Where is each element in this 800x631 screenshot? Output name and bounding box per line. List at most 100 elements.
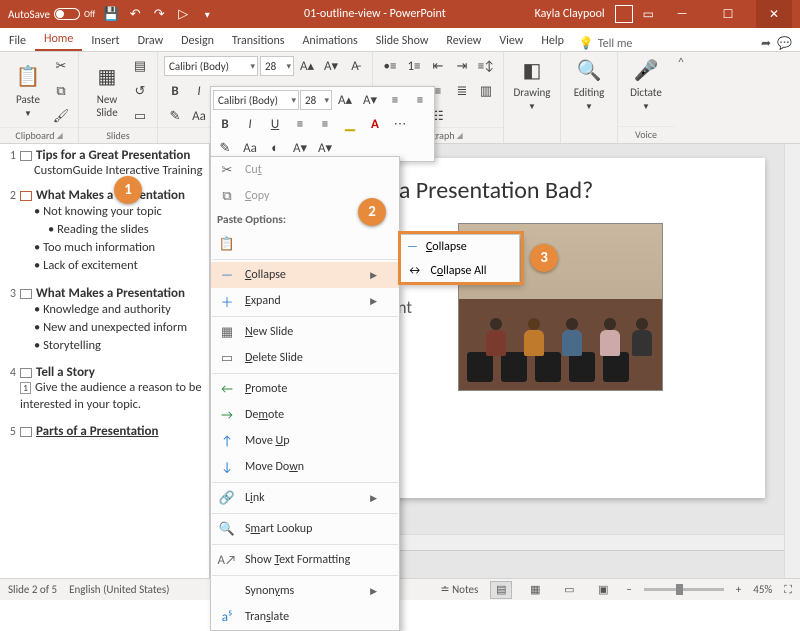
language-indicator[interactable]: English (United States) [69, 583, 169, 596]
qat-more-icon[interactable]: ▾ [199, 6, 215, 22]
change-case-icon[interactable]: Aa [188, 105, 210, 127]
menu-show-text-formatting[interactable]: A↗Show Text Formatting [211, 547, 399, 573]
highlight-icon[interactable]: ▁ [338, 113, 362, 135]
bold-icon[interactable]: B [164, 80, 186, 102]
indent-decrease-icon[interactable]: ⇤ [427, 55, 449, 77]
cut-icon[interactable]: ✂ [50, 55, 72, 77]
grow-font-icon[interactable]: A▴ [296, 55, 318, 77]
font-color-icon[interactable]: A [363, 113, 387, 135]
dialog-launcher-icon[interactable]: ◢ [56, 131, 62, 141]
tab-draw[interactable]: Draw [129, 31, 173, 51]
shrink-font-icon[interactable]: A▾ [320, 55, 342, 77]
tab-transitions[interactable]: Transitions [223, 31, 294, 51]
redo-icon[interactable]: ↷ [151, 6, 167, 22]
menu-translate[interactable]: a⁵Translate [211, 604, 399, 630]
line-spacing-icon[interactable]: ≡↕ [475, 55, 497, 77]
save-icon[interactable]: 💾 [103, 6, 119, 22]
more-icon[interactable]: ⋯ [388, 113, 412, 135]
tab-review[interactable]: Review [437, 31, 490, 51]
menu-link[interactable]: 🔗Link▶ [211, 485, 399, 511]
outline-bullet[interactable]: Reading the slides [48, 221, 203, 239]
zoom-in-icon[interactable]: + [736, 583, 741, 596]
bold-icon[interactable]: B [213, 113, 237, 135]
fit-to-window-icon[interactable]: ⛶ [784, 583, 792, 597]
slide-title[interactable]: Tips for a Great Presentation [36, 148, 203, 163]
tab-home[interactable]: Home [35, 29, 82, 51]
drawing-button[interactable]: ◧ Drawing ▼ [510, 55, 554, 114]
tab-help[interactable]: Help [532, 31, 573, 51]
tell-me-search[interactable]: 💡 Tell me [573, 36, 638, 51]
minimize-button[interactable]: — [664, 0, 700, 28]
align-icon[interactable]: ≡ [313, 113, 337, 135]
vertical-scrollbar[interactable] [784, 144, 800, 578]
autosave-toggle[interactable]: AutoSave Off [8, 8, 95, 21]
indent-increase-icon[interactable]: ⇥ [451, 55, 473, 77]
menu-promote[interactable]: ←Promote [211, 376, 399, 402]
outline-body[interactable]: 1Give the audience a reason to be intere… [20, 380, 203, 414]
slideshow-view-icon[interactable]: ▣ [592, 581, 614, 599]
font-size-combo[interactable]: 28 [260, 56, 294, 76]
grow-font-icon[interactable]: A▴ [333, 89, 357, 111]
menu-demote[interactable]: →Demote [211, 402, 399, 428]
slide-marker-icon[interactable] [20, 289, 32, 299]
normal-view-icon[interactable]: ▤ [490, 581, 512, 599]
dictate-button[interactable]: 🎤 Dictate ▼ [624, 55, 668, 114]
slide-marker-icon[interactable] [20, 427, 32, 437]
menu-expand[interactable]: ＋Expand▶ [211, 288, 399, 314]
mini-font-size[interactable]: 28 [300, 90, 332, 110]
editing-button[interactable]: 🔍 Editing ▼ [567, 55, 611, 114]
zoom-out-icon[interactable]: − [626, 583, 631, 596]
menu-new-slide[interactable]: ▦New Slide [211, 319, 399, 345]
menu-delete-slide[interactable]: ▭Delete Slide [211, 345, 399, 371]
layout-icon[interactable]: ▤ [129, 55, 151, 77]
reading-view-icon[interactable]: ▭ [558, 581, 580, 599]
bullets-icon[interactable]: •≡ [379, 55, 401, 77]
slide-marker-icon[interactable] [20, 191, 32, 201]
outline-slide[interactable]: 3 What Makes a Presentation Knowledge an… [2, 286, 203, 355]
slide-sorter-view-icon[interactable]: ▦ [524, 581, 546, 599]
outline-slide[interactable]: 5 Parts of a Presentation [2, 424, 203, 439]
text-effects-icon[interactable]: ✎ [164, 105, 186, 127]
mini-font-name[interactable]: Calibri (Body) [213, 90, 299, 110]
shrink-font-icon[interactable]: A▾ [358, 89, 382, 111]
submenu-collapse-all[interactable]: ↔Collapse All [401, 259, 519, 283]
account-icon[interactable] [615, 5, 633, 23]
outline-bullet[interactable]: Not knowing your topic [34, 203, 203, 221]
menu-collapse[interactable]: —Collapse▶ [211, 262, 399, 288]
outline-bullet[interactable]: Storytelling [34, 337, 203, 355]
undo-icon[interactable]: ↶ [127, 6, 143, 22]
reset-icon[interactable]: ↺ [129, 80, 151, 102]
bullets-icon[interactable]: ≡ [383, 89, 407, 111]
tab-slideshow[interactable]: Slide Show [367, 31, 438, 51]
notes-button[interactable]: ≐ Notes [440, 583, 478, 596]
font-name-combo[interactable]: Calibri (Body) [164, 56, 258, 76]
menu-move-up[interactable]: ↑Move Up [211, 428, 399, 454]
section-icon[interactable]: ▭ [129, 105, 151, 127]
clear-formatting-icon[interactable]: A̶ [344, 55, 366, 77]
outline-bullet[interactable]: Lack of excitement [34, 257, 203, 275]
italic-icon[interactable]: I [238, 113, 262, 135]
ribbon-display-options-icon[interactable]: ▭ [643, 7, 654, 22]
justify-icon[interactable]: ≣ [451, 80, 473, 102]
outline-bullet[interactable]: New and unexpected inform [34, 319, 203, 337]
share-icon[interactable]: ➦ [761, 36, 771, 51]
slide-subtitle[interactable]: CustomGuide Interactive Training [34, 163, 203, 178]
user-name[interactable]: Kayla Claypool [535, 7, 605, 21]
tab-animations[interactable]: Animations [293, 31, 366, 51]
zoom-slider[interactable] [644, 588, 724, 591]
copy-icon[interactable]: ⧉ [50, 80, 72, 102]
paste-button[interactable]: 📋 Paste ▼ [6, 55, 50, 127]
slide-title[interactable]: What Makes a Presentation [36, 286, 203, 301]
tab-design[interactable]: Design [172, 31, 223, 51]
align-icon[interactable]: ≡ [288, 113, 312, 135]
new-slide-button[interactable]: ▦ New Slide [85, 55, 129, 127]
numbering-icon[interactable]: ≡ [408, 89, 432, 111]
numbering-icon[interactable]: 1≡ [403, 55, 425, 77]
slide-marker-icon[interactable] [20, 151, 32, 161]
format-painter-icon[interactable]: 🖌 [50, 105, 72, 127]
zoom-level[interactable]: 45% [753, 583, 772, 596]
slide-marker-icon[interactable] [20, 368, 32, 378]
outline-slide[interactable]: 2 What Makes a Presentation Not knowing … [2, 188, 203, 276]
outline-bullet[interactable]: Too much information [34, 239, 203, 257]
dialog-launcher-icon[interactable]: ◢ [456, 131, 462, 141]
